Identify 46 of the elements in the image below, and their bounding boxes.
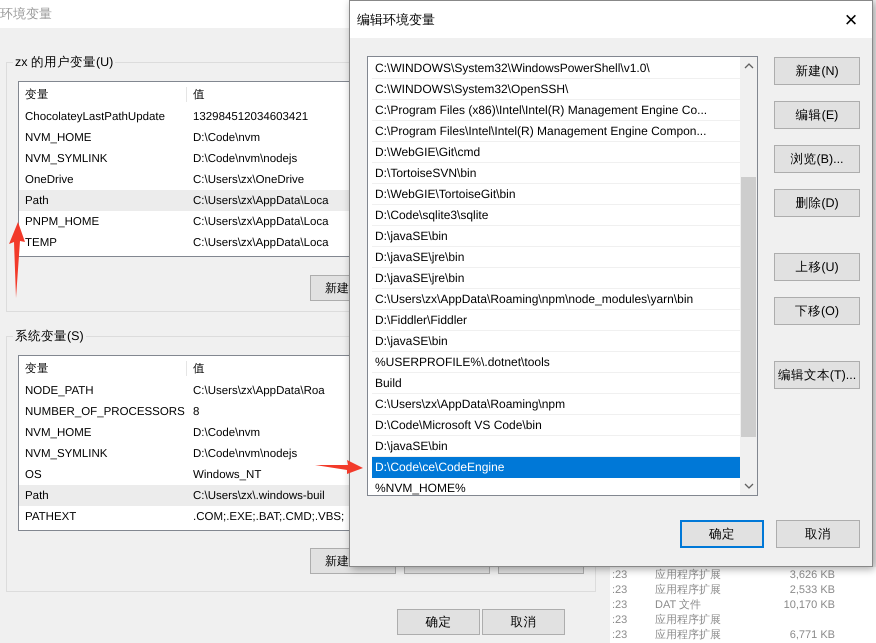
variable-value: C:\Users\zx\AppData\Loca bbox=[192, 216, 329, 228]
variable-value: D:\Code\nvm bbox=[192, 132, 260, 144]
variable-name: Path bbox=[24, 194, 50, 206]
variable-name: NVM_SYMLINK bbox=[24, 448, 108, 460]
variable-name: PATHEXT bbox=[24, 510, 78, 522]
variable-name: NVM_HOME bbox=[24, 426, 92, 438]
variable-value: D:\Code\nvm\nodejs bbox=[192, 152, 298, 164]
file-size: 3,626 KB bbox=[788, 568, 835, 580]
dialog-title: 编辑环境变量 bbox=[357, 10, 435, 28]
variable-name: PNPM_HOME bbox=[24, 216, 100, 228]
variable-value: .COM;.EXE;.BAT;.CMD;.VBS; bbox=[192, 510, 344, 522]
variable-value: 8 bbox=[192, 406, 200, 418]
file-time: :23 bbox=[611, 568, 628, 580]
group-title: 系统变量(S) bbox=[13, 328, 86, 345]
window-title: 环境变量 bbox=[0, 5, 52, 23]
variable-value: D:\Code\nvm bbox=[192, 426, 260, 438]
variable-value: C:\Users\zx\.windows-buil bbox=[192, 490, 325, 502]
variable-name: NVM_HOME bbox=[24, 132, 92, 144]
file-time: :23 bbox=[611, 584, 628, 596]
variable-name: NODE_PATH bbox=[24, 384, 95, 396]
variable-value: C:\Users\zx\AppData\Loca bbox=[192, 194, 329, 206]
variable-value: D:\Code\nvm\nodejs bbox=[192, 448, 298, 460]
variable-value: C:\Users\zx\OneDrive bbox=[192, 174, 304, 186]
variable-name: Path bbox=[24, 490, 50, 502]
file-type: DAT 文件 bbox=[655, 598, 702, 612]
variable-name: OneDrive bbox=[24, 174, 75, 186]
variable-value: 132984512034603421 bbox=[192, 110, 308, 122]
variable-name: ChocolateyLastPathUpdate bbox=[24, 110, 166, 122]
variable-name: TEMP bbox=[24, 236, 58, 248]
variable-name: NUMBER_OF_PROCESSORS bbox=[24, 406, 186, 418]
file-time: :23 bbox=[611, 598, 628, 610]
group-title: zx 的用户变量(U) bbox=[13, 54, 116, 71]
variable-value: C:\Users\zx\AppData\Loca bbox=[192, 236, 329, 248]
variable-name: OS bbox=[24, 468, 43, 480]
file-time: :23 bbox=[611, 628, 628, 640]
file-size: 10,170 KB bbox=[782, 598, 835, 610]
variable-name: NVM_SYMLINK bbox=[24, 152, 108, 164]
variable-value: Windows_NT bbox=[192, 468, 262, 480]
file-time: :23 bbox=[611, 614, 628, 626]
file-size: 2,533 KB bbox=[788, 584, 835, 596]
variable-value: C:\Users\zx\AppData\Roa bbox=[192, 384, 325, 396]
file-size: 6,771 KB bbox=[788, 628, 835, 640]
file-type: 应用程序扩展 bbox=[655, 628, 722, 642]
file-type: 应用程序扩展 bbox=[655, 612, 722, 627]
file-type: 应用程序扩展 bbox=[655, 568, 722, 582]
file-type: 应用程序扩展 bbox=[655, 582, 722, 597]
